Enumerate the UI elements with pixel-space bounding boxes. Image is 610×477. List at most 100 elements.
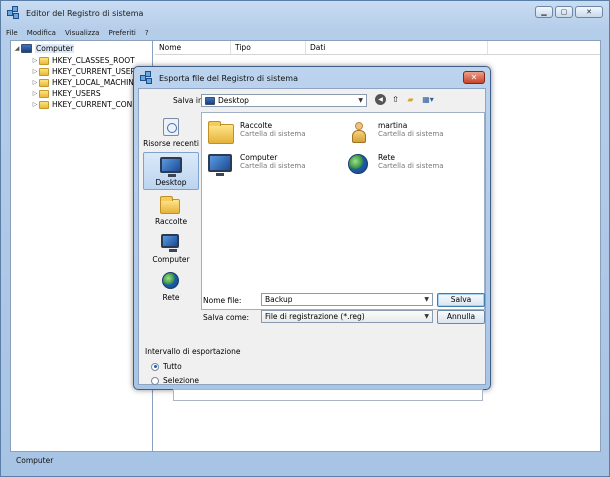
chevron-down-icon: ▼ xyxy=(424,313,429,320)
dialog-title: Esporta file del Registro di sistema xyxy=(159,73,298,83)
column-tipo[interactable]: Tipo xyxy=(231,41,306,54)
tree-item-label: HKEY_USERS xyxy=(52,89,101,98)
folder-icon xyxy=(39,56,49,65)
chevron-down-icon: ▼ xyxy=(424,296,429,303)
dialog-title-bar[interactable]: Esporta file del Registro di sistema xyxy=(140,71,298,85)
savetype-dropdown[interactable]: File di registrazione (*.reg) ▼ xyxy=(261,310,433,323)
expand-icon[interactable]: ▷ xyxy=(31,57,39,64)
file-item-computer[interactable]: Computer Cartella di sistema xyxy=(206,153,306,179)
save-in-value: Desktop xyxy=(218,96,249,105)
place-label: Raccolte xyxy=(154,217,188,226)
cancel-button[interactable]: Annulla xyxy=(437,310,485,324)
menu-file[interactable]: File xyxy=(6,28,18,39)
savetype-label: Salva come: xyxy=(203,313,250,322)
filename-label: Nome file: xyxy=(203,296,242,305)
library-folder-icon xyxy=(160,195,182,215)
filename-value: Backup xyxy=(265,295,293,304)
new-folder-icon[interactable]: ▰ xyxy=(405,94,416,105)
file-desc: Cartella di sistema xyxy=(378,130,444,138)
save-in-dropdown[interactable]: Desktop ▼ xyxy=(201,94,367,107)
place-label: Computer xyxy=(152,255,190,264)
registry-icon xyxy=(140,71,154,85)
maximize-button[interactable]: ▢ xyxy=(555,6,573,18)
status-bar: Computer xyxy=(16,456,54,465)
place-recent[interactable]: Risorse recenti xyxy=(143,114,199,152)
radio-all-label: Tutto xyxy=(163,362,182,371)
place-computer[interactable]: Computer xyxy=(143,230,199,268)
menu-preferiti[interactable]: Preferiti xyxy=(108,28,135,39)
chevron-down-icon: ▼ xyxy=(358,97,363,104)
place-libraries[interactable]: Raccolte xyxy=(143,192,199,230)
tree-item-hku[interactable]: ▷ HKEY_USERS xyxy=(31,88,101,99)
file-item-rete[interactable]: Rete Cartella di sistema xyxy=(344,153,444,179)
file-item-martina[interactable]: martina Cartella di sistema xyxy=(344,121,444,147)
network-icon xyxy=(160,271,182,291)
list-header: Nome Tipo Dati xyxy=(155,41,600,55)
tree-item-label: Computer xyxy=(35,44,75,53)
back-icon[interactable]: ◀ xyxy=(375,94,386,105)
column-nome[interactable]: Nome xyxy=(155,41,231,54)
tree-pane[interactable]: ◢ Computer ▷ HKEY_CLASSES_ROOT ▷ HKEY_CU… xyxy=(11,41,153,451)
file-name: Rete xyxy=(378,153,396,162)
place-label: Risorse recenti xyxy=(143,139,199,148)
expand-icon[interactable]: ▷ xyxy=(31,68,39,75)
filename-input[interactable]: Backup ▼ xyxy=(261,293,433,306)
tree-item-hkcu[interactable]: ▷ HKEY_CURRENT_USER xyxy=(31,66,136,77)
radio-button-unchecked[interactable] xyxy=(151,376,159,385)
network-icon xyxy=(344,153,374,179)
tree-item-label: HKEY_CLASSES_ROOT xyxy=(52,56,135,65)
export-dialog: Esporta file del Registro di sistema ✕ S… xyxy=(133,66,491,401)
computer-icon xyxy=(206,153,236,179)
computer-icon xyxy=(160,233,182,253)
tree-item-hklm[interactable]: ▷ HKEY_LOCAL_MACHINE xyxy=(31,77,139,88)
close-button[interactable]: ✕ xyxy=(575,6,603,18)
place-desktop[interactable]: Desktop xyxy=(143,152,199,190)
tree-item-label: HKEY_CURRENT_CONFIG xyxy=(52,100,145,109)
column-dati[interactable]: Dati xyxy=(306,41,488,54)
minimize-button[interactable]: ▁ xyxy=(535,6,553,18)
export-range-group: Intervallo di esportazione Tutto Selezio… xyxy=(145,347,485,403)
file-list[interactable]: Raccolte Cartella di sistema martina Car… xyxy=(201,112,485,310)
dialog-close-button[interactable]: ✕ xyxy=(463,71,485,84)
expand-icon[interactable]: ▷ xyxy=(31,101,39,108)
folder-icon xyxy=(39,67,49,76)
place-network[interactable]: Rete xyxy=(143,268,199,306)
radio-selection[interactable]: Selezione xyxy=(151,376,199,385)
file-name: Raccolte xyxy=(240,121,273,130)
up-folder-icon[interactable]: ⇧ xyxy=(390,94,401,105)
collapse-icon[interactable]: ◢ xyxy=(13,45,21,52)
registry-icon xyxy=(7,6,21,20)
tree-item-hkcr[interactable]: ▷ HKEY_CLASSES_ROOT xyxy=(31,55,135,66)
file-desc: Cartella di sistema xyxy=(240,130,306,138)
radio-all[interactable]: Tutto xyxy=(151,362,182,371)
place-label: Desktop xyxy=(155,178,187,187)
user-folder-icon xyxy=(344,121,374,147)
radio-selection-label: Selezione xyxy=(163,376,200,385)
file-name: Computer xyxy=(240,153,278,162)
tree-item-computer[interactable]: ◢ Computer xyxy=(13,43,75,54)
desktop-icon xyxy=(205,96,215,105)
dialog-body: Salva in: Desktop ▼ ◀ ⇧ ▰ ▦▾ Risorse rec… xyxy=(138,88,486,401)
savetype-value: File di registrazione (*.reg) xyxy=(265,312,365,321)
title-bar[interactable]: Editor del Registro di sistema ▁ ▢ ✕ xyxy=(1,1,609,25)
recent-places-icon xyxy=(160,117,182,137)
tree-item-hkcc[interactable]: ▷ HKEY_CURRENT_CONFIG xyxy=(31,99,145,110)
place-label: Rete xyxy=(162,293,180,302)
menu-bar: File Modifica Visualizza Preferiti ? xyxy=(2,28,608,39)
folder-icon xyxy=(39,100,49,109)
radio-button-checked[interactable] xyxy=(151,362,159,371)
file-item-raccolte[interactable]: Raccolte Cartella di sistema xyxy=(206,121,306,147)
selection-path-input[interactable] xyxy=(173,389,483,401)
places-bar: Risorse recenti Desktop Raccolte Compute… xyxy=(143,112,199,306)
file-desc: Cartella di sistema xyxy=(240,162,306,170)
tree-item-label: HKEY_CURRENT_USER xyxy=(52,67,136,76)
save-in-row: Salva in: Desktop ▼ ◀ ⇧ ▰ ▦▾ xyxy=(139,89,485,113)
menu-visualizza[interactable]: Visualizza xyxy=(65,28,99,39)
expand-icon[interactable]: ▷ xyxy=(31,79,39,86)
menu-help[interactable]: ? xyxy=(145,28,149,39)
export-range-title: Intervallo di esportazione xyxy=(145,347,241,356)
save-button[interactable]: Salva xyxy=(437,293,485,307)
view-menu-icon[interactable]: ▦▾ xyxy=(420,94,436,105)
menu-modifica[interactable]: Modifica xyxy=(27,28,56,39)
expand-icon[interactable]: ▷ xyxy=(31,90,39,97)
